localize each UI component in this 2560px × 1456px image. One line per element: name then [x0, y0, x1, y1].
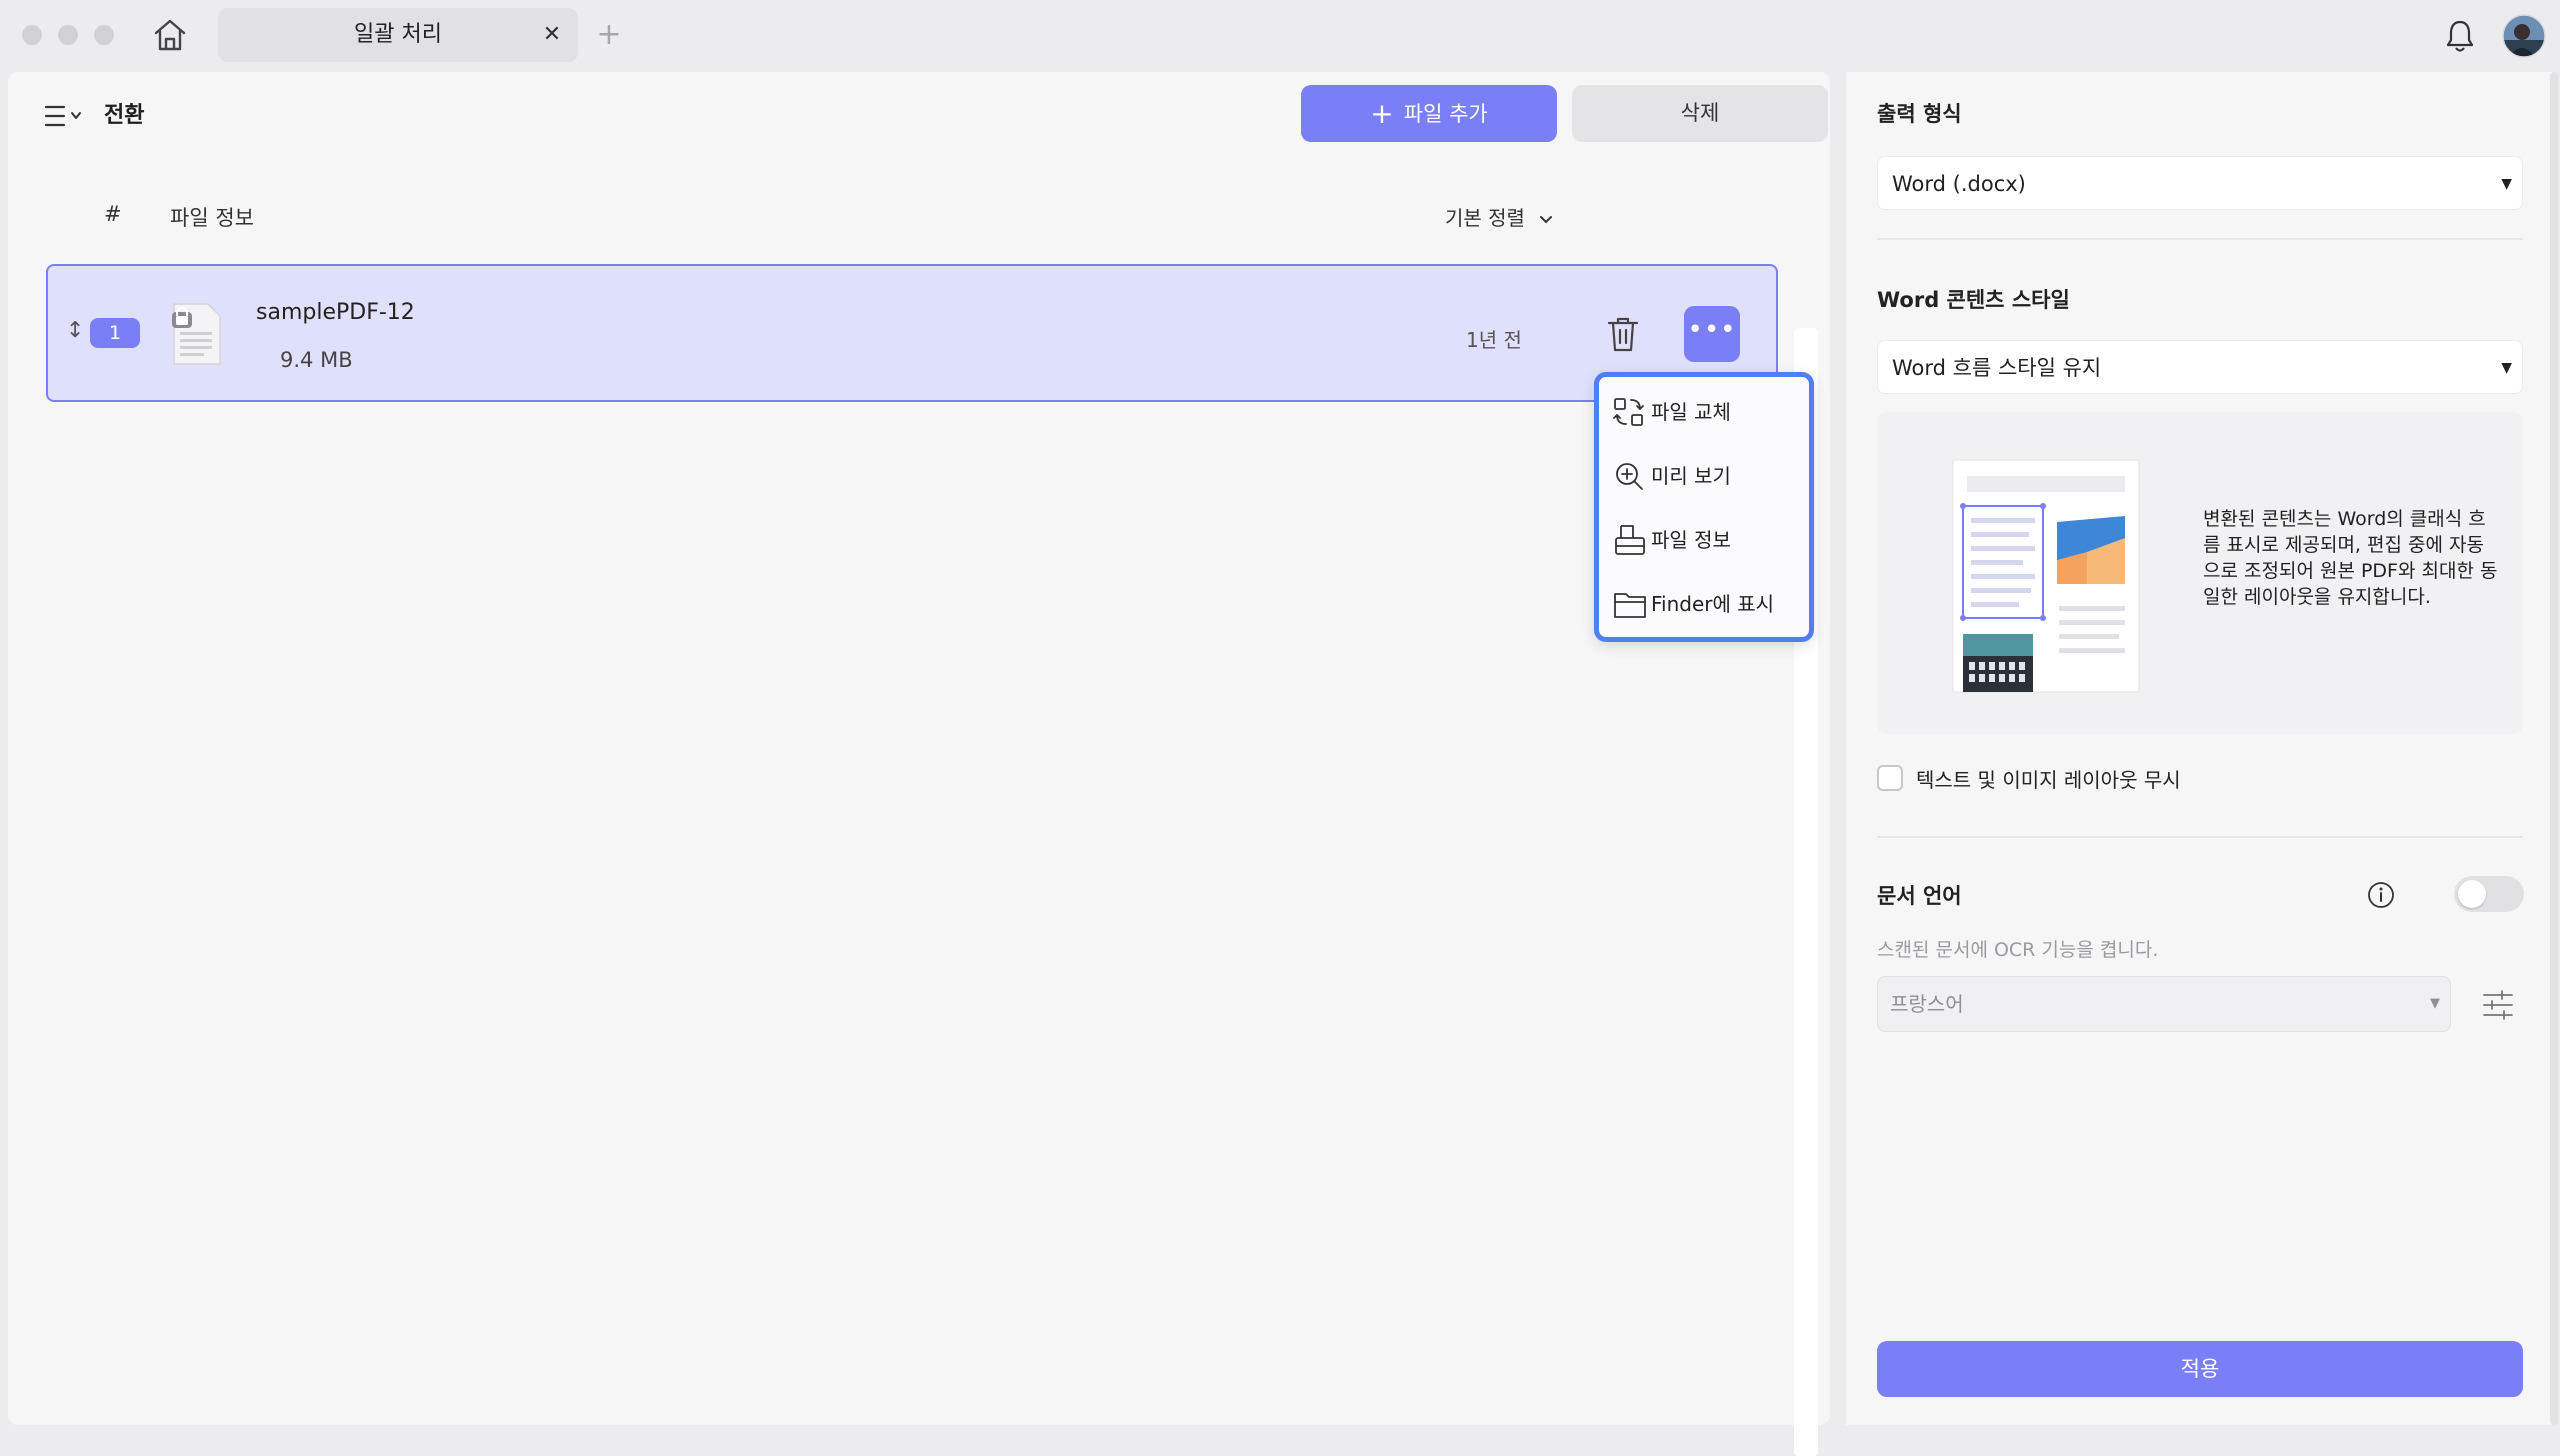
new-tab-button[interactable]: +: [592, 18, 626, 52]
page-title: 전환: [104, 103, 145, 128]
tab-title: 일괄 처리: [354, 22, 442, 47]
menu-item-replace-file[interactable]: 파일 교체: [1607, 387, 1807, 437]
avatar[interactable]: [2502, 14, 2546, 58]
add-file-button[interactable]: + 파일 추가: [1301, 85, 1557, 142]
file-info-icon: [1613, 524, 1647, 556]
trash-icon[interactable]: [1604, 314, 1642, 354]
tab-batch-process[interactable]: 일괄 처리 ✕: [218, 8, 578, 62]
column-header-file-info: 파일 정보: [170, 206, 254, 230]
bell-icon[interactable]: [2444, 18, 2476, 54]
file-context-menu: 파일 교체 미리 보기 파일 정보 Finder에 표시: [1594, 372, 1814, 642]
document-layout-illustration: [1947, 456, 2147, 700]
zoom-preview-icon: [1613, 460, 1645, 492]
settings-panel: [1846, 72, 2552, 1425]
style-description: 변환된 콘텐츠는 Word의 클래식 흐름 표시로 제공되며, 편집 중에 자동…: [2203, 508, 2498, 608]
file-size: 9.4 MB: [280, 348, 353, 372]
settings-scrollbar[interactable]: [2550, 72, 2558, 1425]
output-format-value: Word (.docx): [1892, 172, 2026, 196]
title-bar: 일괄 처리 ✕ +: [0, 0, 2560, 72]
language-value: 프랑스어: [1890, 992, 1964, 1016]
replace-file-icon: [1613, 396, 1645, 428]
menu-item-label: Finder에 표시: [1651, 592, 1775, 616]
divider: [1877, 238, 2523, 240]
toggle-knob: [2458, 880, 2486, 908]
sliders-icon[interactable]: [2482, 990, 2514, 1020]
add-file-label: 파일 추가: [1403, 102, 1488, 126]
home-icon[interactable]: [152, 18, 188, 52]
file-name: samplePDF-12: [256, 300, 415, 325]
chevron-down-icon: [1539, 215, 1553, 225]
apply-button[interactable]: 적용: [1877, 1341, 2523, 1397]
file-date: 1년 전: [1466, 328, 1522, 352]
column-header-number: #: [104, 202, 122, 226]
more-options-button[interactable]: •••: [1684, 306, 1740, 362]
sort-label: 기본 정렬: [1445, 206, 1525, 230]
folder-icon: [1613, 588, 1647, 620]
locked-pdf-file-icon: [168, 302, 224, 366]
menu-item-label: 미리 보기: [1651, 464, 1731, 488]
minimize-window-button[interactable]: [58, 25, 78, 45]
menu-item-show-in-finder[interactable]: Finder에 표시: [1607, 579, 1807, 629]
row-number-badge: 1: [90, 318, 140, 348]
info-icon[interactable]: [2366, 880, 2396, 910]
dropdown-arrow-icon: ▼: [2501, 176, 2512, 192]
file-list-panel: 전환 + 파일 추가 삭제 # 파일 정보 기본 정렬 ↕ 1 samplePDF…: [8, 72, 1830, 1456]
view-menu-button[interactable]: [36, 98, 92, 134]
ocr-description: 스캔된 문서에 OCR 기능을 켭니다.: [1877, 939, 2159, 961]
delete-button[interactable]: 삭제: [1572, 85, 1828, 142]
output-format-select[interactable]: Word (.docx) ▼: [1877, 156, 2523, 210]
table-row[interactable]: ↕ 1 samplePDF-12 9.4 MB 1년 전 •••: [46, 264, 1778, 402]
divider: [1877, 836, 2523, 838]
close-window-button[interactable]: [22, 25, 42, 45]
ignore-layout-label: 텍스트 및 이미지 레이아웃 무시: [1916, 768, 2181, 792]
menu-item-preview[interactable]: 미리 보기: [1607, 451, 1807, 501]
menu-item-label: 파일 정보: [1651, 528, 1731, 552]
dropdown-arrow-icon: ▼: [2430, 996, 2440, 1011]
language-select[interactable]: 프랑스어 ▼: [1877, 976, 2451, 1032]
style-preview-card: 변환된 콘텐츠는 Word의 클래식 흐름 표시로 제공되며, 편집 중에 자동…: [1877, 412, 2523, 734]
plus-icon: +: [1370, 97, 1394, 130]
dropdown-arrow-icon: ▼: [2501, 360, 2512, 376]
doc-language-heading: 문서 언어: [1877, 884, 1962, 908]
output-format-heading: 출력 형식: [1877, 102, 1962, 126]
content-style-select[interactable]: Word 흐름 스타일 유지 ▼: [1877, 340, 2523, 394]
zoom-window-button[interactable]: [94, 25, 114, 45]
content-style-heading: Word 콘텐츠 스타일: [1877, 288, 2070, 312]
sort-dropdown[interactable]: 기본 정렬: [1445, 202, 1553, 231]
ocr-toggle[interactable]: [2454, 876, 2524, 912]
ignore-layout-checkbox[interactable]: [1877, 765, 1903, 791]
drag-handle-icon[interactable]: ↕: [66, 318, 84, 343]
menu-item-label: 파일 교체: [1651, 400, 1731, 424]
menu-item-file-info[interactable]: 파일 정보: [1607, 515, 1807, 565]
content-style-value: Word 흐름 스타일 유지: [1892, 356, 2102, 380]
more-dots-icon: •••: [1687, 315, 1737, 345]
tab-close-icon[interactable]: ✕: [538, 21, 566, 49]
